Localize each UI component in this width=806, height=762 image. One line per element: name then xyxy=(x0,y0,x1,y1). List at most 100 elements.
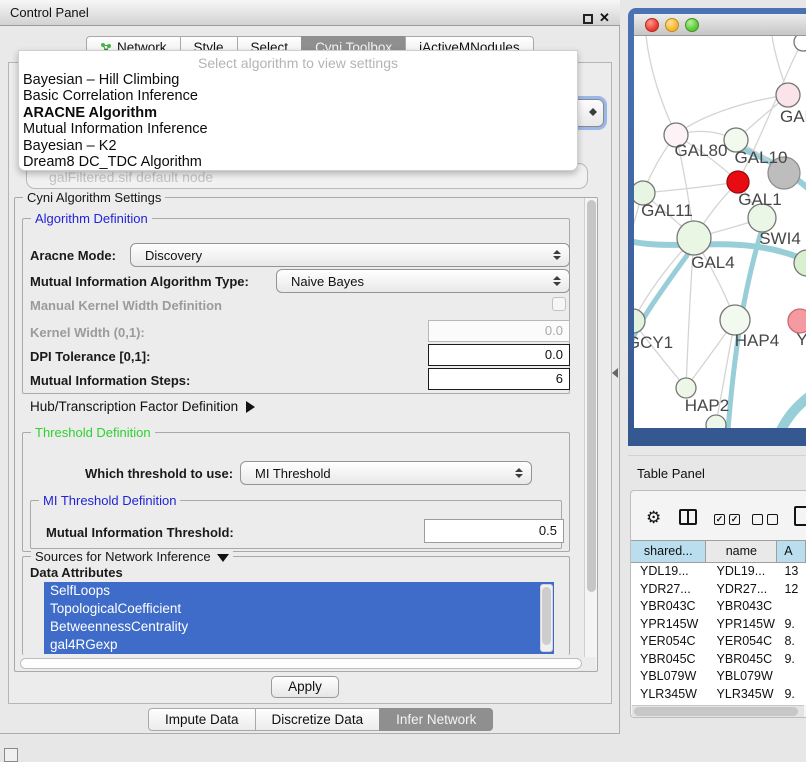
zoom-traffic-light-icon[interactable] xyxy=(685,18,699,32)
table-body: YDL19...YDL19...13YDR27...YDR27...12YBR0… xyxy=(631,563,806,705)
unchecked-pair-icon[interactable] xyxy=(752,514,778,525)
table-row[interactable]: YDL19...YDL19...13 xyxy=(631,563,806,581)
table-row[interactable]: YDR27...YDR27...12 xyxy=(631,581,806,599)
network-node[interactable] xyxy=(706,415,726,428)
dpi-tolerance-field[interactable]: 0.0 xyxy=(428,344,570,366)
aracne-mode-value: Discovery xyxy=(145,248,202,263)
table-row[interactable]: YBR045CYBR045C9. xyxy=(631,651,806,669)
table-row[interactable]: YBR043CYBR043C xyxy=(631,598,806,616)
table-cell: 9. xyxy=(777,616,806,634)
settings-horizontal-scrollbar[interactable] xyxy=(16,657,596,670)
dropdown-item-mutual-information-inference[interactable]: Mutual Information Inference xyxy=(19,121,577,137)
table-row[interactable]: YLR345WYLR345W9. xyxy=(631,686,806,704)
network-node-label-swi4: SWI4 xyxy=(759,229,801,248)
table-cell: YLR345W xyxy=(707,686,778,704)
algorithm-definition-title: Algorithm Definition xyxy=(31,211,152,226)
kernel-width-field[interactable]: 0.0 xyxy=(428,320,570,342)
manual-kernel-checkbox[interactable] xyxy=(552,297,566,311)
table-cell: YER054C xyxy=(707,633,778,651)
network-node[interactable] xyxy=(677,221,711,255)
checked-pair-icon[interactable]: ✓✓ xyxy=(714,514,740,525)
hub-definition-expander[interactable]: Hub/Transcription Factor Definition xyxy=(30,399,255,414)
network-node-label-gal10: GAL10 xyxy=(735,148,788,167)
minimize-traffic-light-icon[interactable] xyxy=(665,18,679,32)
table-cell: YBL079W xyxy=(707,668,778,686)
data-attributes-label: Data Attributes xyxy=(30,565,123,580)
network-node[interactable] xyxy=(676,378,696,398)
aracne-mode-combo[interactable]: Discovery xyxy=(130,243,570,267)
dropdown-item-dream8-dc-tdc-algorithm[interactable]: Dream8 DC_TDC Algorithm xyxy=(19,154,577,170)
table-horizontal-scrollbar[interactable] xyxy=(632,705,804,717)
attribute-item-betweennesscentrality[interactable]: BetweennessCentrality xyxy=(44,618,554,636)
network-edge xyxy=(780,396,806,428)
network-window-titlebar xyxy=(634,14,806,36)
scrollbar-thumb[interactable] xyxy=(587,200,596,592)
network-edge xyxy=(646,36,676,135)
table-cell: YBR045C xyxy=(707,651,778,669)
attribute-item-selfloops[interactable]: SelfLoops xyxy=(44,582,554,600)
aracne-mode-label: Aracne Mode: xyxy=(30,248,116,263)
dropdown-item-aracne-algorithm[interactable]: ARACNE Algorithm xyxy=(19,105,577,121)
attribute-item-topologicalcoefficient[interactable]: TopologicalCoefficient xyxy=(44,600,554,618)
table-cell xyxy=(777,668,806,686)
table-cell: 9. xyxy=(777,651,806,669)
data-attributes-list: SelfLoopsTopologicalCoefficientBetweenne… xyxy=(44,582,554,654)
manual-kernel-label: Manual Kernel Width Definition xyxy=(30,298,222,313)
column-header-shared[interactable]: shared... xyxy=(631,541,706,562)
tab-infer-network[interactable]: Infer Network xyxy=(379,708,493,731)
tab-discretize-data[interactable]: Discretize Data xyxy=(255,708,380,731)
table-row[interactable]: YER054CYER054C8. xyxy=(631,633,806,651)
table-cell: YBR045C xyxy=(631,651,707,669)
algorithm-dropdown: Select algorithm to view settings Bayesi… xyxy=(18,50,578,171)
network-node[interactable] xyxy=(634,309,645,333)
gear-icon[interactable]: ⚙ xyxy=(646,508,661,528)
close-icon[interactable]: ✕ xyxy=(599,10,610,26)
which-threshold-value: MI Threshold xyxy=(255,466,331,481)
tab-impute-data[interactable]: Impute Data xyxy=(148,708,255,731)
network-edge xyxy=(634,321,686,388)
mi-type-value: Naive Bayes xyxy=(291,274,364,289)
apply-button[interactable]: Apply xyxy=(271,676,339,698)
which-threshold-combo[interactable]: MI Threshold xyxy=(240,461,532,485)
table-cell: YPR145W xyxy=(707,616,778,634)
network-node-label-hap2: HAP2 xyxy=(685,396,729,415)
table-cell xyxy=(777,598,806,616)
close-traffic-light-icon[interactable] xyxy=(645,18,659,32)
which-threshold-label: Which threshold to use: xyxy=(85,466,233,481)
mi-type-label: Mutual Information Algorithm Type: xyxy=(30,274,249,289)
mi-algorithm-type-combo[interactable]: Naive Bayes xyxy=(276,269,570,293)
panel-divider-arrow[interactable] xyxy=(612,368,618,378)
table-cell: 12 xyxy=(777,581,806,599)
network-node-label-gal: GAL xyxy=(780,107,806,126)
dropdown-item-bayesian-hill-climbing[interactable]: Bayesian – Hill Climbing xyxy=(19,72,577,88)
network-node-label-y: Y xyxy=(796,330,806,349)
document-icon[interactable] xyxy=(794,506,806,526)
network-node-label-gal1: GAL1 xyxy=(738,190,781,209)
columns-icon[interactable] xyxy=(679,509,697,525)
attribute-list-scrollbar[interactable] xyxy=(540,584,553,652)
scrollbar-thumb[interactable] xyxy=(634,707,798,716)
attribute-item-gal4rgexp[interactable]: gal4RGexp xyxy=(44,636,554,654)
column-header-name[interactable]: name xyxy=(706,541,777,562)
network-node[interactable] xyxy=(794,36,806,51)
column-header-a[interactable]: A xyxy=(777,541,806,562)
dropdown-item-bayesian-k2[interactable]: Bayesian – K2 xyxy=(19,138,577,154)
network-node[interactable] xyxy=(776,83,800,107)
table-cell: YPR145W xyxy=(631,616,707,634)
network-node-label-gal11: GAL11 xyxy=(641,201,693,220)
network-node-label-gal80: GAL80 xyxy=(675,141,728,160)
mini-window-icon[interactable] xyxy=(4,748,18,762)
table-cell: YLR345W xyxy=(631,686,707,704)
table-cell: YDR27... xyxy=(707,581,778,599)
mi-steps-field[interactable]: 6 xyxy=(428,368,570,390)
float-window-icon[interactable] xyxy=(583,14,593,24)
scrollbar-thumb[interactable] xyxy=(542,587,551,645)
settings-vertical-scrollbar[interactable] xyxy=(584,198,597,670)
table-row[interactable]: YBL079WYBL079W xyxy=(631,668,806,686)
mi-threshold-field[interactable]: 0.5 xyxy=(424,519,564,543)
table-cell: YBR043C xyxy=(631,598,707,616)
collapse-down-icon xyxy=(217,554,229,562)
dropdown-item-basic-correlation-inference[interactable]: Basic Correlation Inference xyxy=(19,88,577,104)
scrollbar-thumb[interactable] xyxy=(20,658,582,669)
table-row[interactable]: YPR145WYPR145W9. xyxy=(631,616,806,634)
